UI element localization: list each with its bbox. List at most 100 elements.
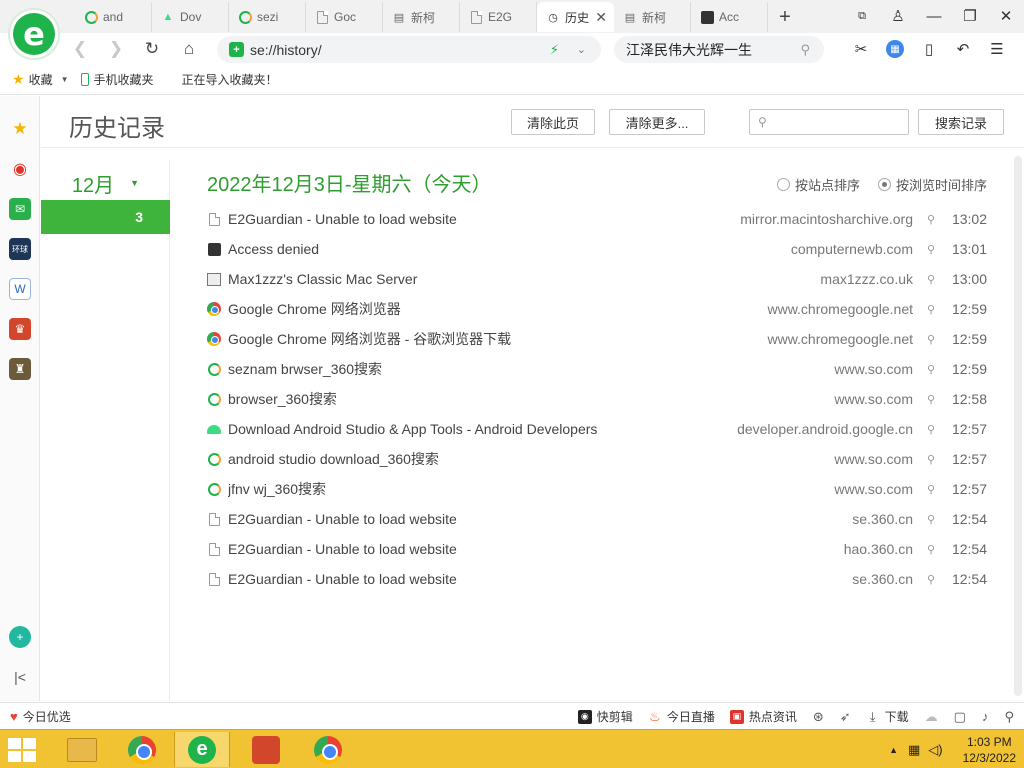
- today-pick[interactable]: ♥ 今日优选: [10, 708, 71, 725]
- game2-app-icon[interactable]: ♜: [9, 358, 31, 380]
- zoom-icon[interactable]: ⚲: [1004, 709, 1014, 725]
- history-domain[interactable]: www.chromegoogle.net: [673, 331, 913, 347]
- news-app-icon[interactable]: 环球: [9, 238, 31, 260]
- quick-cut[interactable]: ◉ 快剪辑: [577, 708, 633, 725]
- search-icon[interactable]: ⚲: [927, 243, 939, 256]
- taskbar-360-browser[interactable]: e: [174, 732, 230, 767]
- network-icon[interactable]: ▦: [908, 742, 920, 758]
- plus-circle-icon[interactable]: +: [9, 626, 31, 648]
- home-button[interactable]: ⌂: [177, 37, 201, 61]
- weibo-icon[interactable]: ◉: [9, 158, 31, 180]
- window-icon[interactable]: ▢: [954, 709, 966, 725]
- collapse-sidebar-icon[interactable]: |<: [9, 666, 31, 688]
- tray-expand-icon[interactable]: ▲: [889, 745, 898, 755]
- history-row[interactable]: android studio download_360搜索 www.so.com ⚲…: [207, 444, 987, 474]
- history-title[interactable]: Download Android Studio & App Tools - An…: [228, 421, 673, 437]
- history-domain[interactable]: se.360.cn: [673, 571, 913, 587]
- history-domain[interactable]: se.360.cn: [673, 511, 913, 527]
- search-icon[interactable]: ⚲: [927, 333, 939, 346]
- minimize-button[interactable]: —: [916, 0, 952, 32]
- scrollbar[interactable]: [1014, 156, 1022, 696]
- skin-icon[interactable]: ♙: [880, 0, 916, 32]
- search-box[interactable]: 江泽民伟大光辉一生 ⚲: [614, 36, 824, 63]
- sort-by-site[interactable]: 按站点排序: [777, 175, 860, 194]
- search-icon[interactable]: ⚲: [927, 573, 939, 586]
- search-icon[interactable]: ⚲: [927, 513, 939, 526]
- history-domain[interactable]: www.chromegoogle.net: [673, 301, 913, 317]
- lightning-icon[interactable]: ⚡: [550, 42, 559, 58]
- clock[interactable]: 1:03 PM 12/3/2022: [963, 734, 1016, 766]
- favorites-star-icon[interactable]: ★: [9, 118, 31, 140]
- reload-button[interactable]: ↻: [140, 37, 164, 61]
- close-window-button[interactable]: ✕: [988, 0, 1024, 32]
- search-icon[interactable]: ⚲: [927, 363, 939, 376]
- history-title[interactable]: Google Chrome 网络浏览器: [228, 299, 673, 319]
- taskbar-chrome-2[interactable]: [300, 732, 356, 767]
- history-domain[interactable]: mirror.macintosharchive.org: [673, 211, 913, 227]
- search-icon[interactable]: ⚲: [927, 213, 939, 226]
- back-button[interactable]: ❮: [68, 37, 92, 61]
- tab-4[interactable]: ▤ 新柯: [383, 2, 460, 32]
- history-title[interactable]: E2Guardian - Unable to load website: [228, 211, 673, 227]
- history-title[interactable]: browser_360搜索: [228, 389, 673, 409]
- tab-8[interactable]: Acc: [691, 2, 768, 32]
- history-title[interactable]: Access denied: [228, 241, 673, 257]
- mail-icon[interactable]: ✉: [9, 198, 31, 220]
- search-icon[interactable]: ⚲: [927, 483, 939, 496]
- history-domain[interactable]: www.so.com: [673, 391, 913, 407]
- search-icon[interactable]: ⚲: [927, 543, 939, 556]
- menu-icon[interactable]: ☰: [980, 37, 1014, 61]
- history-domain[interactable]: hao.360.cn: [673, 541, 913, 557]
- history-row[interactable]: E2Guardian - Unable to load website hao.3…: [207, 534, 987, 564]
- search-icon[interactable]: ⚲: [927, 393, 939, 406]
- speaker-icon[interactable]: ◁): [928, 742, 942, 758]
- mobile-bookmarks[interactable]: 手机收藏夹: [80, 71, 154, 88]
- history-row[interactable]: Download Android Studio & App Tools - An…: [207, 414, 987, 444]
- extensions-icon[interactable]: ▦: [878, 37, 912, 61]
- speed-icon[interactable]: ⊛: [813, 709, 824, 725]
- history-row[interactable]: jfnv wj_360搜索 www.so.com ⚲ 12:57: [207, 474, 987, 504]
- forward-button[interactable]: ❯: [104, 37, 128, 61]
- clear-more-button[interactable]: 清除更多...: [609, 109, 705, 135]
- taskbar-chrome[interactable]: [114, 732, 170, 767]
- rocket-icon[interactable]: ➶: [840, 709, 851, 725]
- history-title[interactable]: seznam brwser_360搜索: [228, 359, 673, 379]
- volume-icon[interactable]: ♪: [982, 709, 989, 724]
- tab-1[interactable]: ▲ Dov: [152, 2, 229, 32]
- screenshot-icon[interactable]: ✂: [844, 37, 878, 61]
- tab-7[interactable]: ▤ 新柯: [614, 2, 691, 32]
- tab-5[interactable]: E2G: [460, 2, 537, 32]
- hot-news[interactable]: ▣ 热点资讯: [729, 708, 797, 725]
- history-title[interactable]: E2Guardian - Unable to load website: [228, 571, 673, 587]
- history-row[interactable]: Max1zzz's Classic Mac Server max1zzz.co.u…: [207, 264, 987, 294]
- history-title[interactable]: jfnv wj_360搜索: [228, 479, 673, 499]
- history-domain[interactable]: www.so.com: [673, 481, 913, 497]
- address-bar[interactable]: + se://history/ ⚡ ⌄: [217, 36, 601, 63]
- search-icon[interactable]: ⚲: [927, 453, 939, 466]
- cloud-icon[interactable]: ☁: [925, 709, 938, 725]
- history-domain[interactable]: www.so.com: [673, 451, 913, 467]
- history-row[interactable]: browser_360搜索 www.so.com ⚲ 12:58: [207, 384, 987, 414]
- favorites-menu[interactable]: ★ 收藏 ▼: [12, 71, 69, 88]
- history-row[interactable]: seznam brwser_360搜索 www.so.com ⚲ 12:59: [207, 354, 987, 384]
- search-icon[interactable]: ⚲: [800, 42, 810, 58]
- tab-3[interactable]: Goc: [306, 2, 383, 32]
- search-icon[interactable]: ⚲: [927, 303, 939, 316]
- browser-logo[interactable]: e: [8, 8, 60, 60]
- history-row[interactable]: E2Guardian - Unable to load website mirro…: [207, 204, 987, 234]
- history-search-input[interactable]: ⚲: [749, 109, 909, 135]
- tab-history[interactable]: ◷ 历史 ✕: [537, 2, 614, 32]
- history-title[interactable]: Max1zzz's Classic Mac Server: [228, 271, 673, 287]
- history-title[interactable]: E2Guardian - Unable to load website: [228, 541, 673, 557]
- history-title[interactable]: Google Chrome 网络浏览器 - 谷歌浏览器下载: [228, 329, 673, 349]
- reading-icon[interactable]: ▯: [912, 37, 946, 61]
- undo-icon[interactable]: ↶: [946, 37, 980, 61]
- tab-2[interactable]: sezi: [229, 2, 306, 32]
- tab-0[interactable]: and: [75, 2, 152, 32]
- day-item-3[interactable]: 3: [41, 200, 170, 234]
- history-row[interactable]: Google Chrome 网络浏览器 - 谷歌浏览器下载 www.chromeg…: [207, 324, 987, 354]
- game-app-icon[interactable]: ♛: [9, 318, 31, 340]
- clear-page-button[interactable]: 清除此页: [511, 109, 595, 135]
- start-button[interactable]: [8, 738, 36, 762]
- history-domain[interactable]: computernewb.com: [673, 241, 913, 257]
